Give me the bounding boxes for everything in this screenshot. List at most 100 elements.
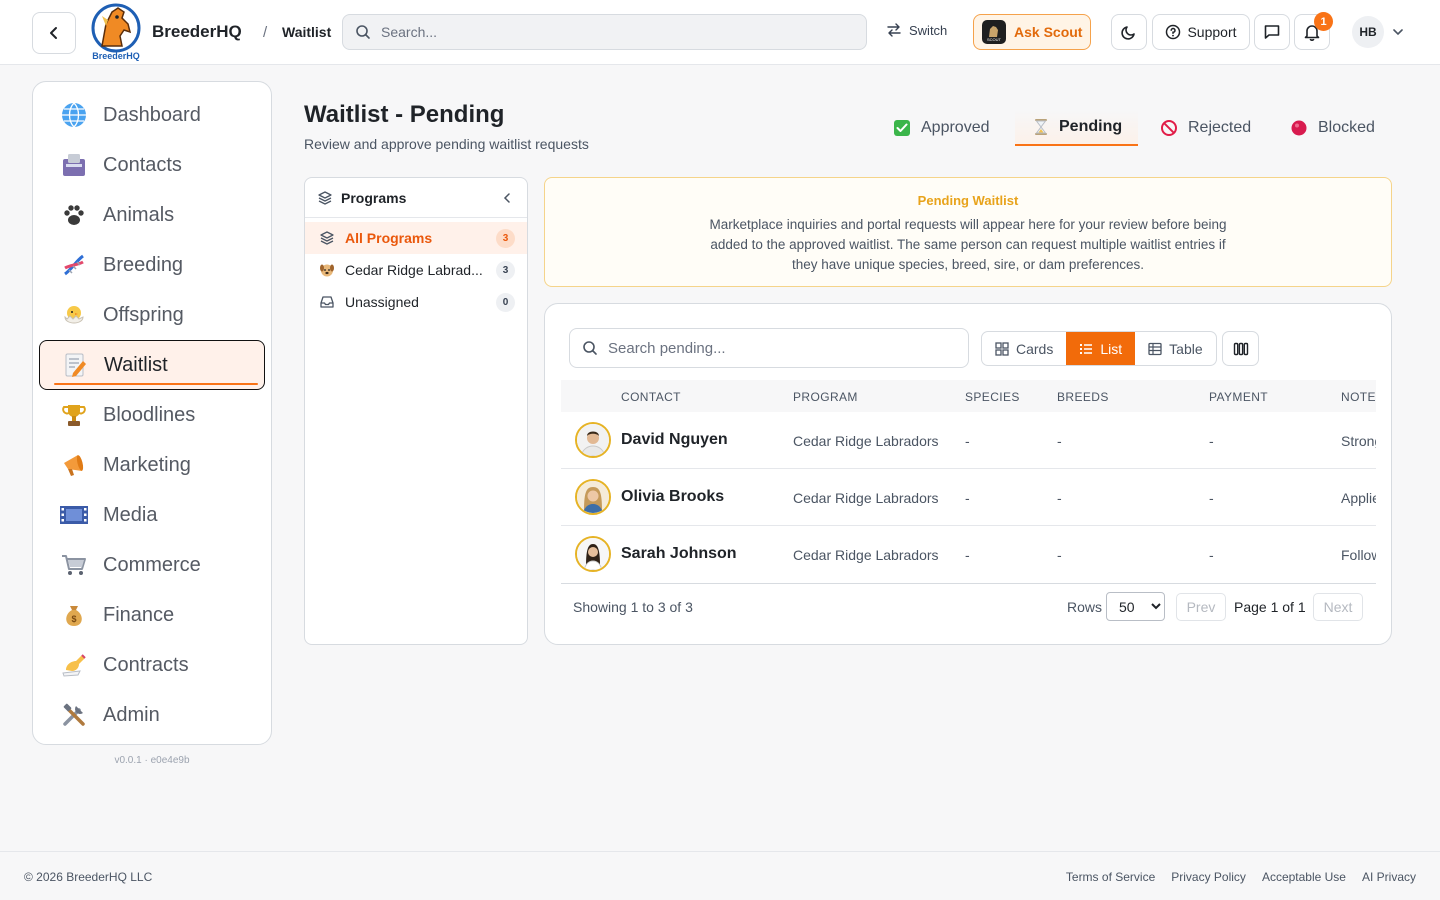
sidebar-item-contracts[interactable]: Contracts bbox=[39, 640, 265, 690]
sidebar-item-marketing[interactable]: Marketing bbox=[39, 440, 265, 490]
program-item-cedar-ridge[interactable]: Cedar Ridge Labrad... 3 bbox=[305, 254, 527, 286]
breeds-cell: - bbox=[1057, 547, 1062, 563]
global-search-input[interactable] bbox=[381, 24, 841, 40]
notes-cell: Follow bbox=[1341, 547, 1376, 563]
sidebar-item-bloodlines[interactable]: Bloodlines bbox=[39, 390, 265, 440]
tab-approved[interactable]: Approved bbox=[893, 110, 990, 146]
notice-body: Marketplace inquiries and portal request… bbox=[709, 217, 1227, 272]
chick-icon bbox=[59, 300, 89, 330]
table-row[interactable]: Sarah Johnson Cedar Ridge Labradors - - … bbox=[561, 526, 1376, 583]
copyright: © 2026 BreederHQ LLC bbox=[24, 870, 153, 884]
footer-link-acceptable-use[interactable]: Acceptable Use bbox=[1262, 870, 1346, 884]
contact-name: David Nguyen bbox=[621, 431, 728, 448]
tools-icon bbox=[59, 700, 89, 730]
support-button[interactable]: Support bbox=[1152, 14, 1250, 50]
table-icon bbox=[1148, 342, 1162, 355]
writing-hand-icon bbox=[59, 650, 89, 680]
messages-button[interactable] bbox=[1254, 14, 1290, 50]
notes-cell: Strong bbox=[1341, 433, 1376, 449]
column-header-program[interactable]: PROGRAM bbox=[793, 390, 858, 404]
pending-search[interactable] bbox=[569, 328, 969, 368]
sidebar-item-label: Animals bbox=[103, 203, 175, 226]
column-header-payment[interactable]: PAYMENT bbox=[1209, 390, 1268, 404]
page-title: Waitlist - Pending bbox=[304, 101, 505, 128]
view-label: Cards bbox=[1016, 340, 1054, 357]
tab-pending[interactable]: Pending bbox=[1015, 110, 1138, 146]
rows-label: Rows bbox=[1067, 599, 1103, 615]
columns-icon bbox=[1233, 342, 1248, 355]
programs-list: All Programs 3 Cedar Ridge Labrad... 3 U… bbox=[305, 218, 527, 318]
program-count-badge: 0 bbox=[496, 293, 515, 312]
program-label: All Programs bbox=[345, 230, 433, 246]
program-count-badge: 3 bbox=[496, 261, 515, 280]
table-row[interactable]: David Nguyen Cedar Ridge Labradors - - -… bbox=[561, 412, 1376, 469]
tab-label: Blocked bbox=[1318, 119, 1375, 136]
chevron-down-icon[interactable] bbox=[1392, 26, 1404, 38]
sidebar-item-label: Dashboard bbox=[103, 103, 201, 126]
top-bar: BreederHQ BreederHQ / Waitlist Switch SC… bbox=[0, 0, 1440, 65]
sidebar-item-offspring[interactable]: Offspring bbox=[39, 290, 265, 340]
tab-blocked[interactable]: Blocked bbox=[1290, 110, 1375, 146]
sidebar-item-admin[interactable]: Admin bbox=[39, 690, 265, 740]
contact-avatar bbox=[575, 479, 611, 515]
globe-icon bbox=[59, 100, 89, 130]
pending-search-input[interactable] bbox=[608, 339, 948, 357]
program-item-all[interactable]: All Programs 3 bbox=[305, 222, 527, 254]
column-header-notes[interactable]: NOTES bbox=[1341, 390, 1376, 404]
sidebar-item-contacts[interactable]: Contacts bbox=[39, 140, 265, 190]
back-button[interactable] bbox=[32, 12, 76, 54]
theme-toggle-button[interactable] bbox=[1111, 14, 1147, 50]
sidebar-item-dashboard[interactable]: Dashboard bbox=[39, 90, 265, 140]
notice-title: Pending Waitlist bbox=[917, 193, 1019, 208]
user-avatar[interactable]: HB bbox=[1352, 16, 1384, 48]
table-row[interactable]: Olivia Brooks Cedar Ridge Labradors - - … bbox=[561, 469, 1376, 526]
memo-icon bbox=[60, 350, 90, 380]
trophy-icon bbox=[59, 400, 89, 430]
program-item-unassigned[interactable]: Unassigned 0 bbox=[305, 286, 527, 318]
column-header-breeds[interactable]: BREEDS bbox=[1057, 390, 1109, 404]
footer-link-privacy[interactable]: Privacy Policy bbox=[1171, 870, 1246, 884]
view-cards-button[interactable]: Cards bbox=[982, 332, 1066, 365]
breeds-cell: - bbox=[1057, 433, 1062, 449]
brand-logo[interactable]: BreederHQ bbox=[88, 2, 144, 62]
inbox-icon bbox=[320, 296, 334, 308]
tab-rejected[interactable]: Rejected bbox=[1160, 110, 1251, 146]
footer-link-ai-privacy[interactable]: AI Privacy bbox=[1362, 870, 1416, 884]
column-settings-button[interactable] bbox=[1222, 331, 1259, 366]
breeds-cell: - bbox=[1057, 490, 1062, 506]
view-list-button[interactable]: List bbox=[1066, 332, 1136, 365]
view-label: Table bbox=[1169, 340, 1203, 357]
svg-text:SCOUT: SCOUT bbox=[987, 37, 1002, 42]
next-page-button[interactable]: Next bbox=[1313, 593, 1363, 621]
column-header-contact[interactable]: CONTACT bbox=[621, 390, 681, 404]
chevron-left-icon[interactable] bbox=[501, 191, 513, 205]
program-cell: Cedar Ridge Labradors bbox=[793, 547, 939, 563]
ask-scout-button[interactable]: SCOUT Ask Scout bbox=[973, 14, 1091, 50]
global-search[interactable] bbox=[342, 14, 867, 50]
sidebar-item-commerce[interactable]: Commerce bbox=[39, 540, 265, 590]
contact-avatar bbox=[575, 422, 611, 458]
check-box-icon bbox=[894, 120, 910, 136]
paw-icon bbox=[59, 200, 89, 230]
sidebar-item-animals[interactable]: Animals bbox=[39, 190, 265, 240]
app-version: v0.0.1 · e0e4e9b bbox=[114, 755, 190, 766]
sidebar-item-breeding[interactable]: Breeding bbox=[39, 240, 265, 290]
sidebar-item-waitlist[interactable]: Waitlist bbox=[39, 340, 265, 390]
sidebar-item-finance[interactable]: $ Finance bbox=[39, 590, 265, 640]
sidebar-item-label: Media bbox=[103, 503, 158, 526]
switch-button[interactable]: Switch bbox=[886, 22, 947, 38]
sidebar-item-label: Breeding bbox=[103, 253, 184, 276]
footer-link-terms[interactable]: Terms of Service bbox=[1066, 870, 1155, 884]
sidebar-item-label: Waitlist bbox=[104, 353, 168, 376]
sidebar-item-label: Offspring bbox=[103, 303, 184, 326]
view-table-button[interactable]: Table bbox=[1135, 332, 1215, 365]
sidebar-item-label: Marketing bbox=[103, 453, 191, 476]
sidebar-item-media[interactable]: Media bbox=[39, 490, 265, 540]
tab-label: Rejected bbox=[1188, 119, 1252, 136]
prev-page-button[interactable]: Prev bbox=[1176, 593, 1226, 621]
program-cell: Cedar Ridge Labradors bbox=[793, 433, 939, 449]
rows-per-page-select[interactable]: 102550100 bbox=[1106, 592, 1165, 621]
pending-waitlist-notice: Pending Waitlist Marketplace inquiries a… bbox=[544, 177, 1392, 287]
page-subtitle: Review and approve pending waitlist requ… bbox=[304, 136, 589, 152]
column-header-species[interactable]: SPECIES bbox=[965, 390, 1020, 404]
